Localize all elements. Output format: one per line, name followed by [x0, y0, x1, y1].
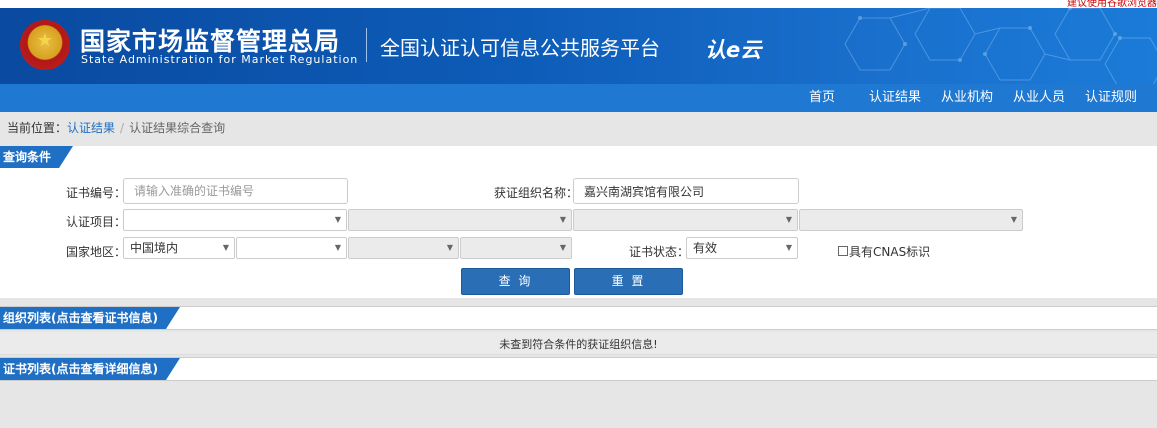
project-select-1[interactable]: ▼	[123, 209, 347, 231]
org-list-empty-message: 未查到符合条件的获证组织信息!	[499, 338, 658, 351]
platform-title: 全国认证认可信息公共服务平台	[380, 36, 660, 60]
nav-cert-rules[interactable]: 认证规则	[1085, 84, 1137, 112]
org-name-label: 获证组织名称：	[494, 186, 579, 200]
region-select-city[interactable]: ▼	[348, 237, 459, 259]
query-button[interactable]: 查 询	[461, 268, 570, 295]
status-select-value: 有效	[693, 241, 718, 255]
agency-name-en: State Administration for Market Regulati…	[81, 53, 359, 66]
region-select-value: 中国境内	[130, 241, 179, 255]
nav-cert-results[interactable]: 认证结果	[869, 84, 921, 112]
site-header: 国家市场监督管理总局 State Administration for Mark…	[0, 8, 1157, 84]
org-list-empty-row: 未查到符合条件的获证组织信息!	[0, 332, 1157, 355]
org-list-title: 组织列表(点击查看证书信息)	[0, 307, 180, 329]
breadcrumb-link-cert-results[interactable]: 认证结果	[67, 121, 115, 135]
region-select-country[interactable]: 中国境内 ▼	[123, 237, 235, 259]
project-select-3[interactable]: ▼	[573, 209, 798, 231]
status-label: 证书状态：	[629, 245, 690, 259]
status-select[interactable]: 有效 ▼	[686, 237, 798, 259]
cnas-checkbox[interactable]: 具有CNAS标识	[838, 243, 930, 260]
header-divider	[366, 28, 367, 62]
national-emblem-icon	[20, 20, 70, 70]
org-name-input[interactable]	[573, 178, 799, 204]
region-select-district[interactable]: ▼	[460, 237, 572, 259]
chevron-down-icon: ▼	[334, 215, 341, 224]
cert-list-header: 证书列表(点击查看详细信息)	[0, 357, 1157, 381]
cnas-checkbox-label: 具有CNAS标识	[849, 245, 931, 259]
chevron-down-icon: ▼	[559, 243, 566, 252]
query-section-header: 查询条件	[0, 146, 1157, 169]
region-select-province[interactable]: ▼	[236, 237, 347, 259]
breadcrumb-separator: /	[120, 121, 125, 135]
region-label: 国家地区：	[66, 245, 127, 259]
org-list-header: 组织列表(点击查看证书信息)	[0, 306, 1157, 330]
platform-logo: 认e云	[705, 38, 762, 62]
nav-institutions[interactable]: 从业机构	[941, 84, 993, 112]
chevron-down-icon: ▼	[1010, 215, 1017, 224]
project-label: 认证项目：	[66, 215, 127, 229]
chevron-down-icon: ▼	[222, 243, 229, 252]
project-select-4[interactable]: ▼	[799, 209, 1023, 231]
nav-personnel[interactable]: 从业人员	[1013, 84, 1065, 112]
chevron-down-icon: ▼	[334, 243, 341, 252]
chevron-down-icon: ▼	[446, 243, 453, 252]
chevron-down-icon: ▼	[785, 215, 792, 224]
network-pattern-icon	[844, 8, 1157, 84]
cert-no-input[interactable]	[123, 178, 348, 204]
chevron-down-icon: ▼	[785, 243, 792, 252]
chevron-down-icon: ▼	[559, 215, 566, 224]
cert-list-title: 证书列表(点击查看详细信息)	[0, 358, 180, 380]
checkbox-icon	[838, 246, 848, 256]
breadcrumb-current: 认证结果综合查询	[129, 121, 226, 135]
reset-button[interactable]: 重 置	[574, 268, 683, 295]
top-strip: 建议使用谷歌浏览器	[0, 0, 1157, 9]
query-section-title: 查询条件	[0, 146, 73, 168]
breadcrumb: 当前位置：认证结果 / 认证结果综合查询	[7, 119, 225, 136]
breadcrumb-prefix: 当前位置：	[7, 121, 68, 135]
cert-no-label: 证书编号：	[66, 186, 127, 200]
query-form: 证书编号： 获证组织名称： 认证项目： ▼ ▼ ▼ ▼ 国家地区： 中国境内▼ …	[0, 168, 1157, 298]
main-nav: 首页 认证结果 从业机构 从业人员 认证规则	[0, 84, 1157, 112]
project-select-2[interactable]: ▼	[348, 209, 572, 231]
nav-home[interactable]: 首页	[809, 84, 835, 112]
